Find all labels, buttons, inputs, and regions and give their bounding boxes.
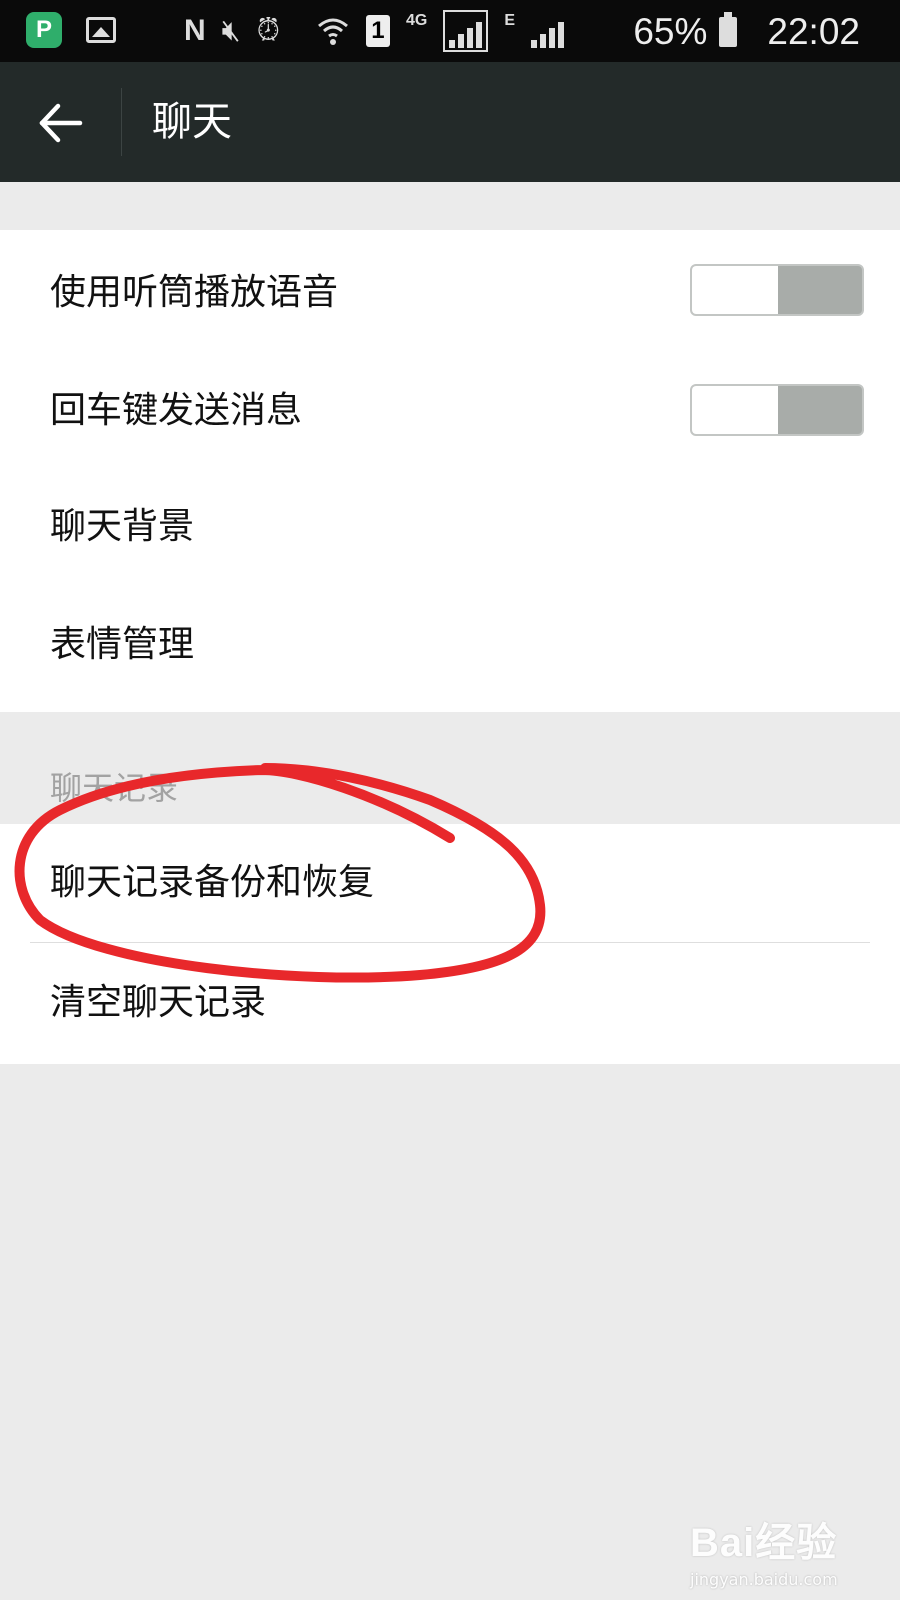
chat-settings-group: 使用听筒播放语音 回车键发送消息 聊天背景 表情管理 bbox=[0, 230, 900, 712]
watermark-logo: Bai经验 bbox=[690, 1521, 838, 1565]
section-label-chat-records: 聊天记录 bbox=[50, 769, 179, 807]
enter-to-send-toggle[interactable] bbox=[690, 384, 864, 436]
page-title: 聊天 bbox=[152, 99, 232, 145]
earpiece-playback-toggle[interactable] bbox=[690, 264, 864, 316]
nfc-icon: N bbox=[184, 14, 206, 47]
battery-icon bbox=[719, 12, 738, 47]
status-bar: P N 🔇︎ ⏰︎ 1 4G E 65% 22:02 bbox=[0, 0, 900, 62]
watermark-url: jingyan.baidu.com bbox=[690, 1570, 838, 1589]
action-bar: 聊天 bbox=[0, 62, 900, 182]
network-type-label-2: E bbox=[504, 12, 515, 29]
battery-percent: 65% bbox=[633, 11, 708, 52]
image-notification-icon bbox=[86, 17, 116, 43]
app-notification-icon: P bbox=[26, 12, 62, 48]
alarm-icon: ⏰︎ bbox=[256, 13, 280, 48]
watermark: Bai经验 jingyan.baidu.com bbox=[690, 1510, 838, 1589]
toggle-knob bbox=[692, 386, 778, 434]
setting-chat-background[interactable]: 聊天背景 bbox=[50, 502, 194, 552]
sim-slot-badge: 1 bbox=[365, 15, 390, 47]
setting-earpiece-playback[interactable]: 使用听筒播放语音 bbox=[50, 268, 338, 318]
clock: 22:02 bbox=[767, 11, 860, 52]
mute-icon: 🔇︎ bbox=[221, 13, 241, 48]
action-bar-divider bbox=[121, 88, 122, 156]
network-type-label: 4G bbox=[405, 12, 428, 29]
chat-records-group: 聊天记录备份和恢复 清空聊天记录 bbox=[0, 824, 900, 1064]
back-arrow-icon[interactable] bbox=[38, 100, 84, 146]
signal-strength-icon-2 bbox=[531, 14, 564, 48]
toggle-knob bbox=[692, 266, 778, 314]
wifi-icon bbox=[318, 18, 348, 45]
divider bbox=[30, 942, 870, 943]
setting-clear-chat-history[interactable]: 清空聊天记录 bbox=[50, 978, 266, 1028]
signal-strength-icon bbox=[443, 10, 489, 52]
setting-enter-to-send[interactable]: 回车键发送消息 bbox=[50, 386, 302, 436]
setting-sticker-management[interactable]: 表情管理 bbox=[50, 620, 194, 670]
setting-backup-restore[interactable]: 聊天记录备份和恢复 bbox=[50, 858, 374, 908]
